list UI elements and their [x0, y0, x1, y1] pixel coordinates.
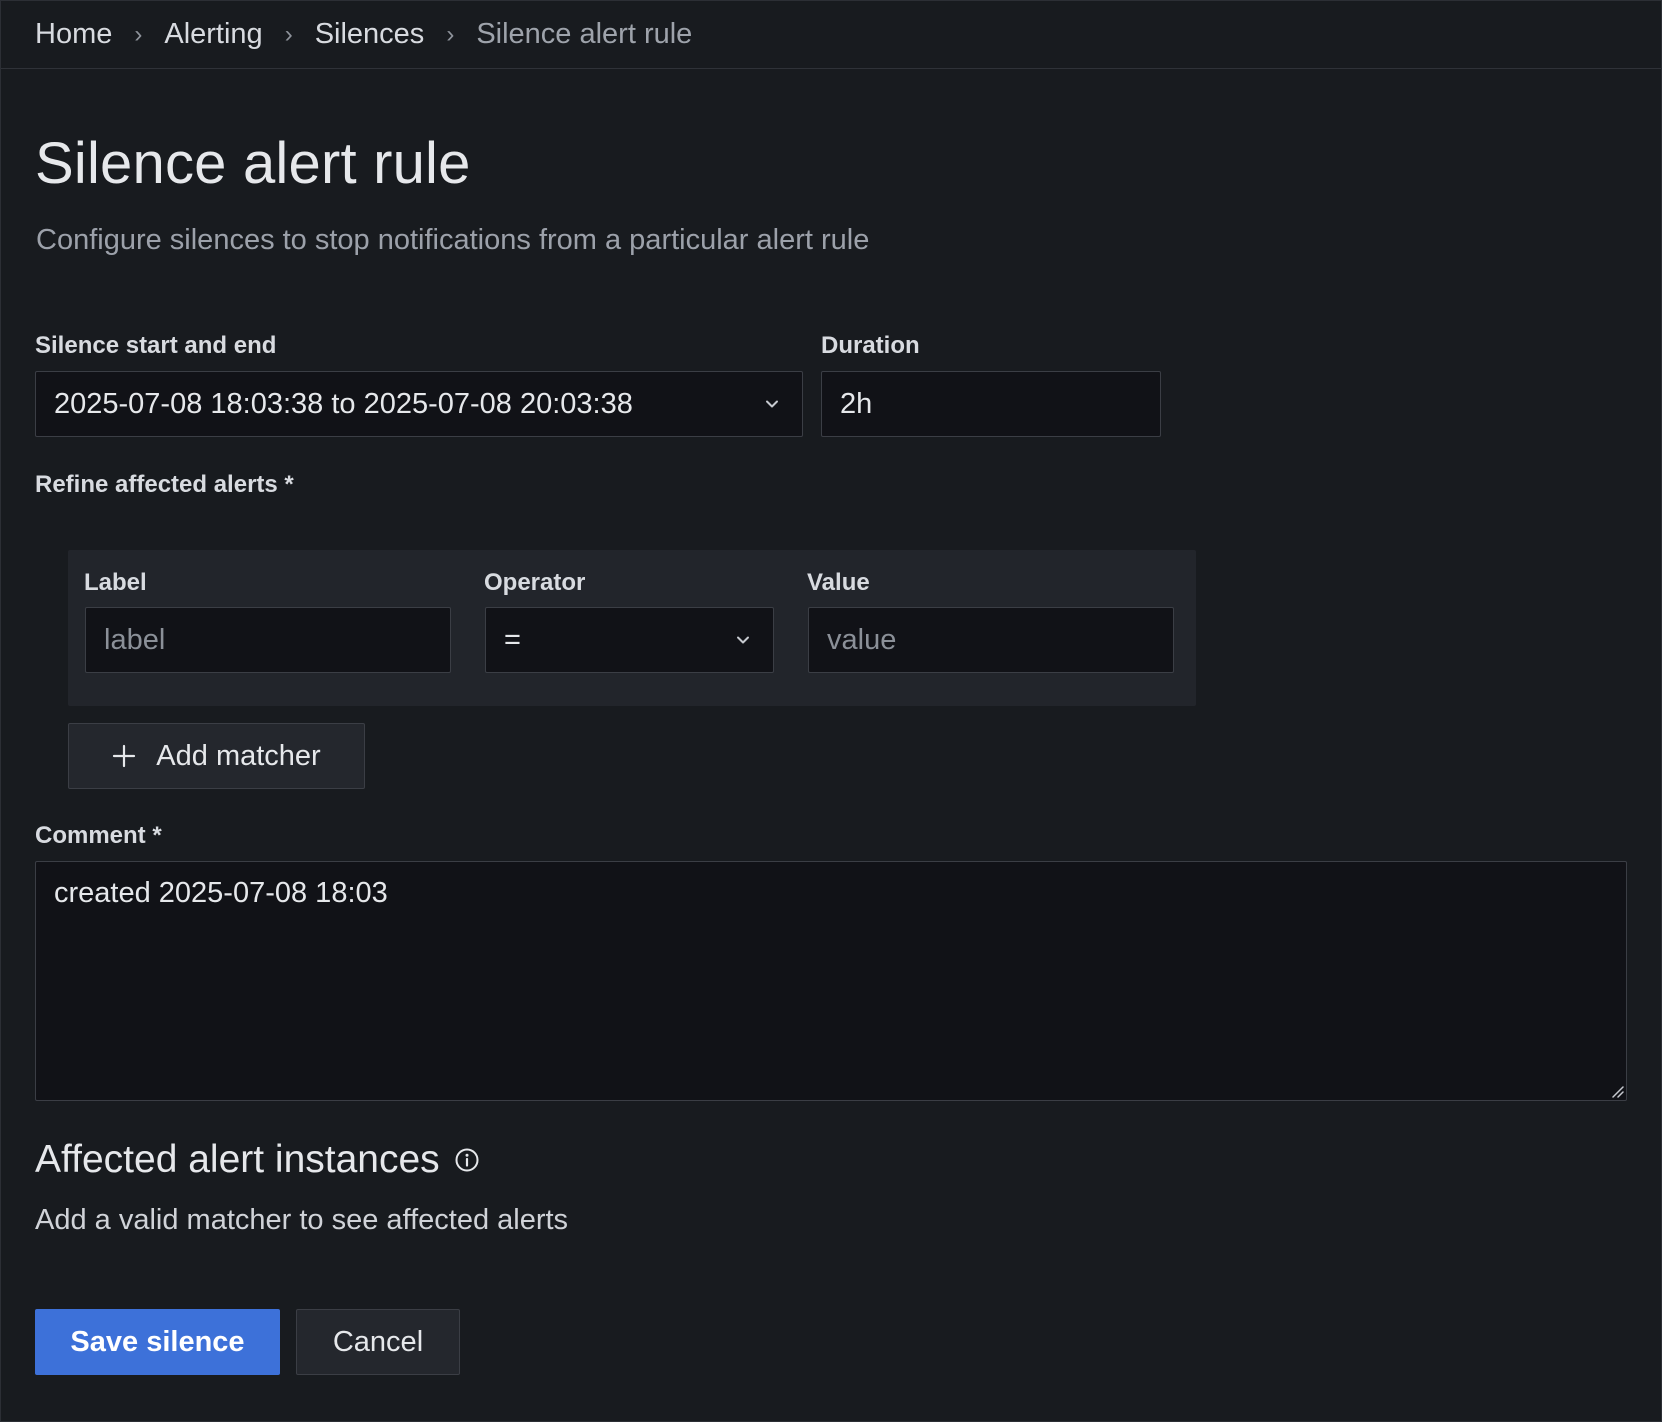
save-silence-button[interactable]: Save silence: [35, 1309, 280, 1375]
duration-value: 2h: [840, 387, 873, 420]
time-range-picker[interactable]: 2025-07-08 18:03:38 to 2025-07-08 20:03:…: [35, 371, 803, 437]
cancel-label: Cancel: [332, 1325, 424, 1358]
chevron-right-icon: ›: [446, 20, 455, 48]
breadcrumb-home[interactable]: Home: [35, 20, 112, 49]
page-title: Silence alert rule: [35, 131, 471, 196]
breadcrumb: Home › Alerting › Silences › Silence ale…: [1, 1, 1661, 69]
chevron-right-icon: ›: [134, 20, 143, 48]
chevron-right-icon: ›: [284, 20, 293, 48]
resize-handle-icon[interactable]: [1610, 1084, 1624, 1098]
breadcrumb-silences[interactable]: Silences: [315, 20, 425, 49]
cancel-button[interactable]: Cancel: [296, 1309, 460, 1375]
save-silence-label: Save silence: [70, 1325, 245, 1358]
matcher-operator-select[interactable]: =: [485, 607, 774, 673]
matcher-label-placeholder: label: [104, 623, 166, 656]
affected-title: Affected alert instances: [35, 1137, 480, 1184]
matcher-label-header: Label: [84, 569, 147, 596]
comment-value: created 2025-07-08 18:03: [54, 877, 388, 909]
affected-hint: Add a valid matcher to see affected aler…: [35, 1204, 569, 1236]
comment-label: Comment *: [35, 822, 162, 849]
time-range-value: 2025-07-08 18:03:38 to 2025-07-08 20:03:…: [54, 387, 633, 420]
matcher-label-input[interactable]: label: [85, 607, 451, 673]
add-matcher-button[interactable]: Add matcher: [68, 723, 365, 789]
matcher-operator-value: =: [504, 623, 521, 656]
affected-title-text: Affected alert instances: [35, 1138, 440, 1181]
comment-textarea[interactable]: created 2025-07-08 18:03: [35, 861, 1627, 1101]
chevron-down-icon: [737, 636, 749, 644]
matcher-value-placeholder: value: [827, 623, 897, 656]
breadcrumb-alerting[interactable]: Alerting: [164, 20, 262, 49]
page-subtitle: Configure silences to stop notifications…: [36, 224, 870, 256]
chevron-down-icon: [766, 400, 778, 408]
matcher-value-input[interactable]: value: [808, 607, 1174, 673]
info-icon[interactable]: [454, 1147, 480, 1173]
breadcrumb-current: Silence alert rule: [476, 18, 693, 50]
duration-label: Duration: [821, 332, 920, 359]
duration-input[interactable]: 2h: [821, 371, 1161, 437]
range-label: Silence start and end: [35, 332, 277, 359]
matcher-value-header: Value: [807, 569, 870, 596]
plus-icon: [113, 744, 136, 768]
refine-label: Refine affected alerts *: [35, 471, 294, 498]
silence-page: Home › Alerting › Silences › Silence ale…: [0, 0, 1662, 1422]
add-matcher-label: Add matcher: [156, 739, 321, 772]
matcher-operator-header: Operator: [484, 569, 586, 596]
